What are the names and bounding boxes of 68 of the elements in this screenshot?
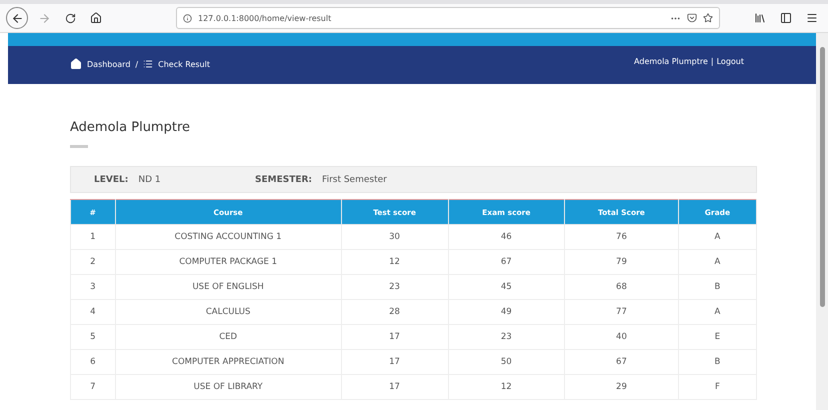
table-cell: 68 bbox=[564, 274, 678, 300]
table-cell: E bbox=[678, 324, 756, 350]
table-cell: 17 bbox=[341, 374, 448, 400]
table-cell: 12 bbox=[341, 250, 448, 274]
table-cell: 50 bbox=[448, 350, 565, 374]
student-name: Ademola Plumptre bbox=[70, 120, 192, 135]
list-icon bbox=[143, 59, 154, 69]
table-cell: 77 bbox=[564, 300, 678, 324]
table-cell: 2 bbox=[70, 250, 116, 274]
breadcrumb-link[interactable]: Dashboard bbox=[87, 60, 130, 68]
table-cell: 5 bbox=[70, 324, 116, 350]
table-cell: B bbox=[678, 350, 756, 374]
divider-text: | bbox=[710, 57, 714, 66]
table-cell: 17 bbox=[341, 350, 448, 374]
sidebar-icon[interactable] bbox=[780, 12, 792, 24]
table-cell: A bbox=[678, 250, 756, 274]
menu-icon[interactable] bbox=[806, 12, 818, 24]
table-cell: A bbox=[678, 224, 756, 250]
table-cell: 67 bbox=[448, 250, 565, 274]
breadcrumb-separator: / bbox=[135, 60, 138, 68]
table-cell: 79 bbox=[564, 250, 678, 274]
table-cell: 4 bbox=[70, 300, 116, 324]
star-icon[interactable] bbox=[703, 13, 713, 23]
info-value: ND 1 bbox=[138, 174, 161, 184]
table-cell: 29 bbox=[564, 374, 678, 400]
table-cell: B bbox=[678, 274, 756, 300]
logout-link[interactable]: Logout bbox=[716, 57, 744, 66]
home-icon[interactable] bbox=[90, 12, 102, 24]
user-name: Ademola Plumptre bbox=[634, 57, 708, 66]
table-cell: USE OF LIBRARY bbox=[115, 374, 342, 400]
table-cell: 46 bbox=[448, 224, 565, 250]
table-cell: 23 bbox=[448, 324, 565, 350]
info-label: SEMESTER: bbox=[255, 174, 312, 184]
table-cell: 30 bbox=[341, 224, 448, 250]
table-cell: A bbox=[678, 300, 756, 324]
info-label: LEVEL: bbox=[94, 174, 128, 184]
breadcrumb-link[interactable]: Check Result bbox=[158, 60, 210, 68]
table-cell: 12 bbox=[448, 374, 565, 400]
table-cell: CALCULUS bbox=[115, 300, 342, 324]
table-cell: F bbox=[678, 374, 756, 400]
home-icon bbox=[70, 58, 82, 70]
reload-icon[interactable] bbox=[64, 12, 76, 24]
table-cell: CED bbox=[115, 324, 342, 350]
info-icon[interactable] bbox=[183, 14, 192, 22]
url-text: 127.0.0.1:8000/home/view-result bbox=[198, 14, 332, 22]
table-cell: 49 bbox=[448, 300, 565, 324]
back-arrow-icon bbox=[10, 12, 24, 24]
info-value: First Semester bbox=[322, 174, 387, 184]
table-cell: USE OF ENGLISH bbox=[115, 274, 342, 300]
table-cell: 3 bbox=[70, 274, 116, 300]
back-button[interactable] bbox=[6, 7, 28, 29]
pocket-icon[interactable] bbox=[687, 13, 697, 23]
table-cell: 17 bbox=[341, 324, 448, 350]
table-cell: 23 bbox=[341, 274, 448, 300]
table-cell: COMPUTER APPRECIATION bbox=[115, 350, 342, 374]
library-icon[interactable] bbox=[754, 12, 766, 24]
table-cell: 67 bbox=[564, 350, 678, 374]
table-cell: 40 bbox=[564, 324, 678, 350]
table-cell: 7 bbox=[70, 374, 116, 400]
table-cell: 45 bbox=[448, 274, 565, 300]
table-cell: 28 bbox=[341, 300, 448, 324]
table-cell: 76 bbox=[564, 224, 678, 250]
table-cell: 6 bbox=[70, 350, 116, 374]
table-cell: COSTING ACCOUNTING 1 bbox=[115, 224, 342, 250]
table-cell: COMPUTER PACKAGE 1 bbox=[115, 250, 342, 274]
table-cell: 1 bbox=[70, 224, 116, 250]
address-bar[interactable]: 127.0.0.1:8000/home/view-result bbox=[176, 7, 720, 29]
scrollbar-thumb[interactable] bbox=[820, 47, 824, 307]
